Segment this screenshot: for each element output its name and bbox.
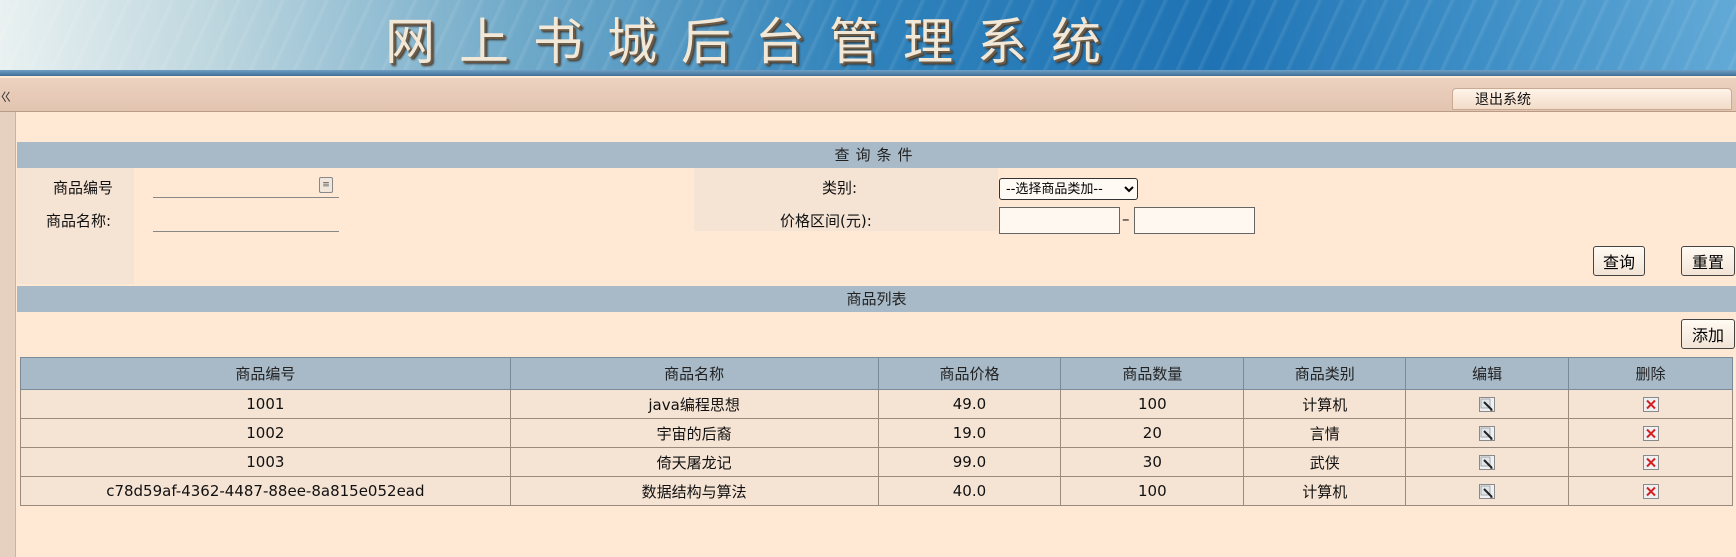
goods-table: 商品编号 商品名称 商品价格 商品数量 商品类别 编辑 删除 1001 java… bbox=[20, 357, 1733, 506]
delete-x-icon[interactable] bbox=[1642, 397, 1659, 412]
table-row: 1001 java编程思想 49.0 100 计算机 bbox=[20, 389, 1733, 419]
goods-name-input[interactable] bbox=[153, 208, 339, 232]
price-min-input[interactable] bbox=[999, 207, 1120, 234]
cell-category: 武侠 bbox=[1243, 447, 1407, 477]
category-label: 类别: bbox=[822, 179, 858, 197]
cell-goods-id: c78d59af-4362-4487-88ee-8a815e052ead bbox=[20, 476, 511, 506]
app-title: 网上书城后台管理系统 bbox=[385, 13, 1125, 71]
price-max-input[interactable] bbox=[1134, 207, 1255, 234]
left-sidebar-strip bbox=[0, 112, 16, 557]
table-row: c78d59af-4362-4487-88ee-8a815e052ead 数据结… bbox=[20, 476, 1733, 506]
reset-button[interactable]: 重置 bbox=[1681, 246, 1735, 276]
category-select[interactable]: --选择商品类加-- bbox=[999, 178, 1138, 200]
topbar-left-mark: ㄍ bbox=[0, 90, 13, 104]
cell-category: 计算机 bbox=[1243, 476, 1407, 506]
cell-category: 言情 bbox=[1243, 418, 1407, 448]
price-range-label: 价格区间(元): bbox=[780, 212, 872, 230]
col-header-edit: 编辑 bbox=[1405, 357, 1570, 390]
cell-price: 19.0 bbox=[877, 418, 1062, 448]
logout-button[interactable]: 退出系统 bbox=[1452, 88, 1732, 110]
cell-goods-id: 1003 bbox=[20, 447, 511, 477]
goods-id-label: 商品编号 bbox=[53, 179, 114, 197]
delete-x-icon[interactable] bbox=[1642, 484, 1659, 499]
query-form: 商品编号 ≡ 商品名称: 类别: --选择商品类加-- 价格区间(元): – 查… bbox=[17, 168, 1736, 284]
price-range-dash: – bbox=[1122, 210, 1130, 228]
add-button[interactable]: 添加 bbox=[1681, 319, 1735, 349]
col-header-delete: 删除 bbox=[1568, 357, 1733, 390]
cell-delete bbox=[1568, 389, 1733, 419]
cell-goods-id: 1001 bbox=[20, 389, 511, 419]
cell-qty: 100 bbox=[1060, 389, 1245, 419]
input-helper-icon[interactable]: ≡ bbox=[319, 177, 333, 193]
cell-price: 99.0 bbox=[877, 447, 1062, 477]
cell-qty: 100 bbox=[1060, 476, 1245, 506]
table-row: 1002 宇宙的后裔 19.0 20 言情 bbox=[20, 418, 1733, 448]
cell-goods-name: 数据结构与算法 bbox=[509, 476, 879, 506]
cell-delete bbox=[1568, 476, 1733, 506]
cell-edit bbox=[1405, 418, 1570, 448]
cell-goods-name: 倚天屠龙记 bbox=[509, 447, 879, 477]
cell-edit bbox=[1405, 447, 1570, 477]
edit-pencil-icon[interactable] bbox=[1479, 397, 1496, 412]
cell-qty: 20 bbox=[1060, 418, 1245, 448]
cell-delete bbox=[1568, 418, 1733, 448]
cell-category: 计算机 bbox=[1243, 389, 1407, 419]
col-header-category: 商品类别 bbox=[1243, 357, 1407, 390]
cell-price: 49.0 bbox=[877, 389, 1062, 419]
search-button[interactable]: 查询 bbox=[1593, 246, 1645, 276]
col-header-qty: 商品数量 bbox=[1060, 357, 1245, 390]
cell-goods-name: 宇宙的后裔 bbox=[509, 418, 879, 448]
cell-goods-id: 1002 bbox=[20, 418, 511, 448]
table-header-row: 商品编号 商品名称 商品价格 商品数量 商品类别 编辑 删除 bbox=[20, 357, 1733, 390]
edit-pencil-icon[interactable] bbox=[1479, 484, 1496, 499]
goods-name-label: 商品名称: bbox=[46, 212, 112, 230]
cell-edit bbox=[1405, 476, 1570, 506]
list-section-header: 商品列表 bbox=[17, 286, 1736, 312]
cell-delete bbox=[1568, 447, 1733, 477]
edit-pencil-icon[interactable] bbox=[1479, 426, 1496, 441]
cell-price: 40.0 bbox=[877, 476, 1062, 506]
col-header-goods-id: 商品编号 bbox=[20, 357, 511, 390]
query-section-header: 查询条件 bbox=[17, 142, 1736, 168]
cell-edit bbox=[1405, 389, 1570, 419]
col-header-price: 商品价格 bbox=[877, 357, 1062, 390]
edit-pencil-icon[interactable] bbox=[1479, 455, 1496, 470]
col-header-goods-name: 商品名称 bbox=[509, 357, 879, 390]
table-row: 1003 倚天屠龙记 99.0 30 武侠 bbox=[20, 447, 1733, 477]
cell-goods-name: java编程思想 bbox=[509, 389, 879, 419]
delete-x-icon[interactable] bbox=[1642, 455, 1659, 470]
delete-x-icon[interactable] bbox=[1642, 426, 1659, 441]
cell-qty: 30 bbox=[1060, 447, 1245, 477]
goods-id-input[interactable] bbox=[153, 174, 339, 198]
